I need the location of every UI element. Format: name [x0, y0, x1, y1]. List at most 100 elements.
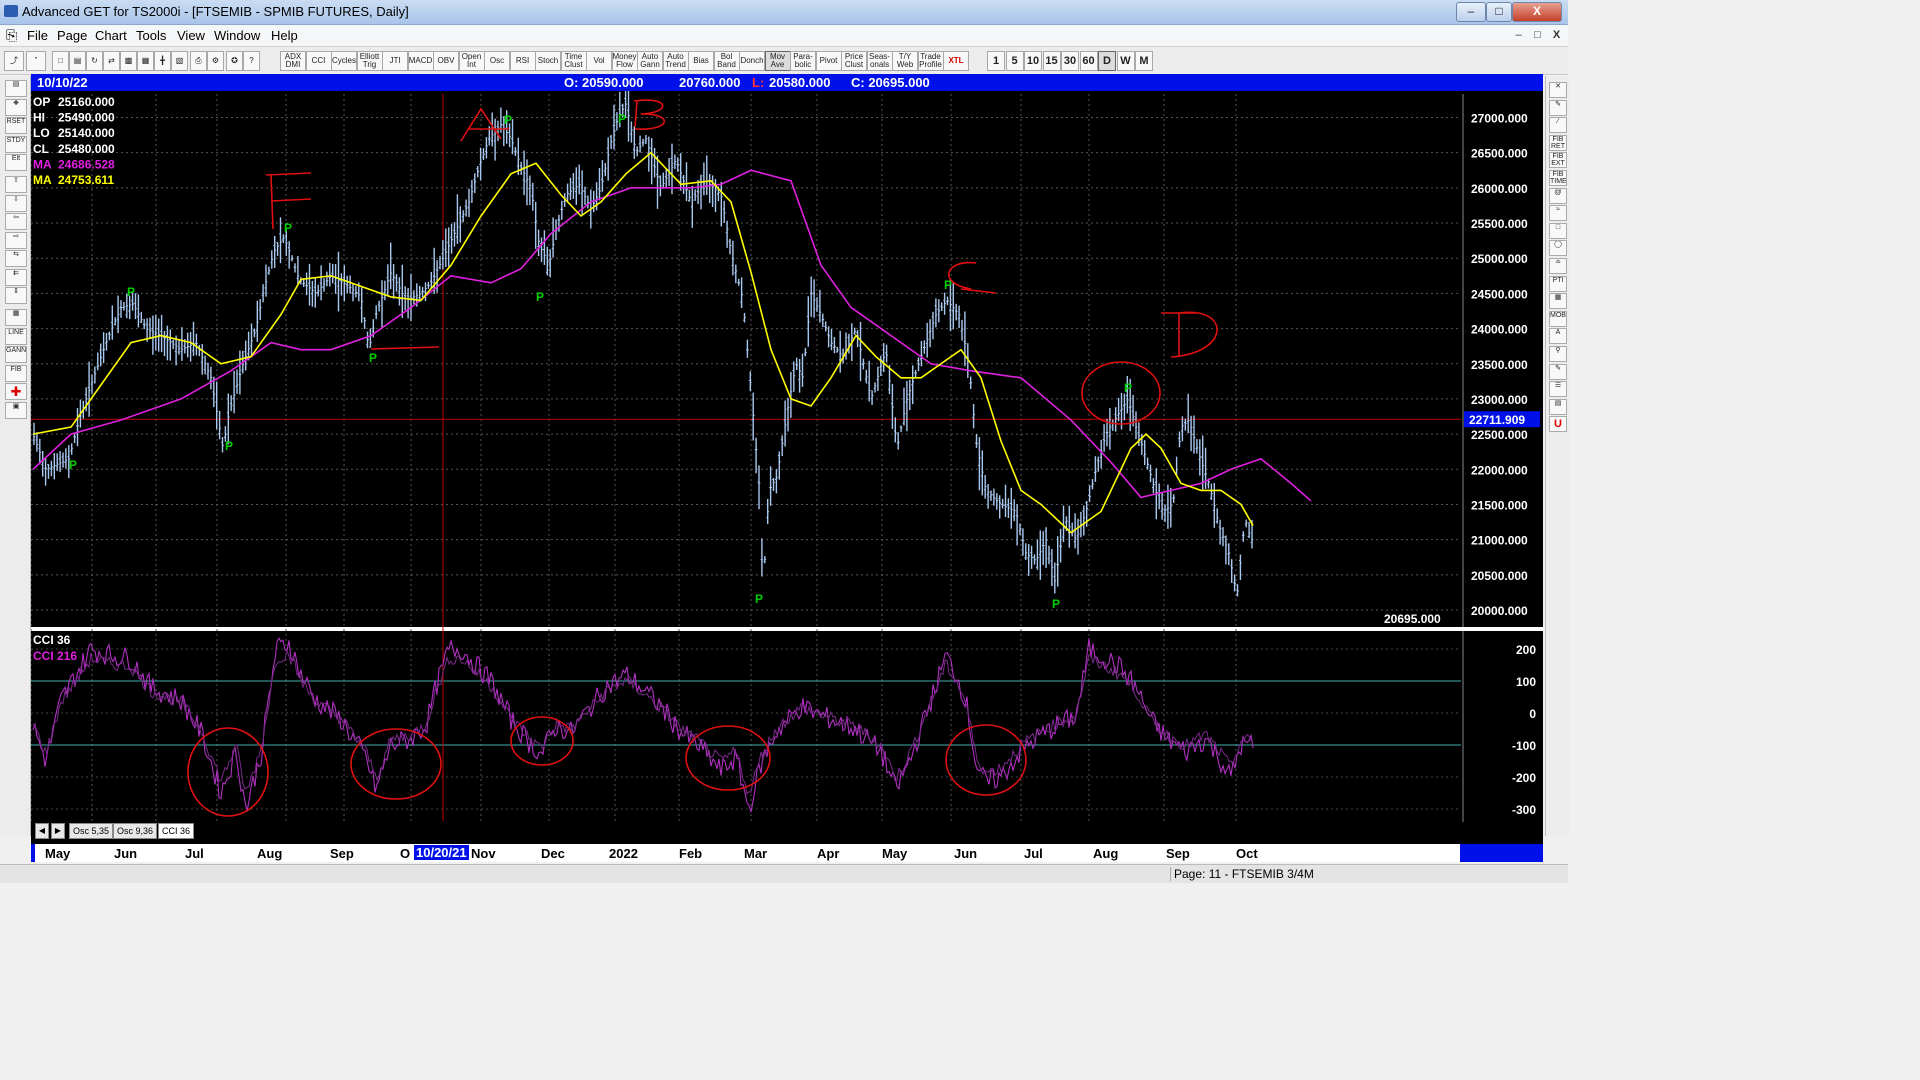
right-tool-fib-ret-icon[interactable]: FIB RET: [1549, 134, 1567, 151]
menu-file[interactable]: File: [27, 28, 48, 43]
left-tool-arrow-down-icon[interactable]: ⇩: [5, 194, 27, 212]
study-button-bias[interactable]: Bias: [688, 51, 714, 71]
right-tool-fan-icon[interactable]: ≈: [1549, 205, 1567, 222]
right-tool-spiral-icon[interactable]: @: [1549, 187, 1567, 204]
right-tool-mob-icon[interactable]: MOB: [1549, 310, 1567, 327]
interval-button-w[interactable]: W: [1116, 51, 1135, 71]
study-button-price-clust[interactable]: Price Clust: [841, 51, 867, 71]
right-tool-close-icon[interactable]: ✕: [1549, 82, 1567, 98]
right-tool-pencil-icon[interactable]: ✎: [1549, 99, 1567, 116]
menu-window[interactable]: Window: [214, 28, 260, 43]
interval-button-10[interactable]: 10: [1024, 51, 1042, 71]
left-tool-reset-icon[interactable]: RSET: [5, 117, 27, 134]
study-button-macd[interactable]: MACD: [407, 51, 434, 71]
study-button-time-clust[interactable]: Time Clust: [560, 51, 587, 71]
study-button-t-y-web[interactable]: T/Y Web: [892, 51, 918, 71]
minimize-button[interactable]: ‒: [1456, 2, 1486, 22]
settings-icon[interactable]: ⚙: [207, 51, 224, 71]
idea-icon[interactable]: ✪: [226, 51, 243, 71]
mdi-restore-button[interactable]: □: [1530, 28, 1545, 42]
menu-page[interactable]: Page: [57, 28, 87, 43]
tab-scroll-left-icon[interactable]: ◀: [35, 823, 49, 839]
study-button-bol-band[interactable]: Bol Band: [713, 51, 740, 71]
tab-osc-5-35[interactable]: Osc 5,35: [69, 823, 114, 839]
left-tool-save-icon[interactable]: ▣: [5, 401, 27, 419]
study-button-donch[interactable]: Donch: [739, 51, 765, 71]
study-button-stoch[interactable]: Stoch: [535, 51, 561, 71]
left-tool-arrow-up-icon[interactable]: ⇧: [5, 176, 27, 193]
interval-button-30[interactable]: 30: [1061, 51, 1079, 71]
study-button-auto-trend[interactable]: Auto Trend: [662, 51, 689, 71]
study-button-pivot[interactable]: Pivot: [815, 51, 842, 71]
study-button-cycles[interactable]: Cycles: [331, 51, 357, 71]
print-icon[interactable]: ⎙: [190, 51, 207, 71]
interval-button-m[interactable]: M: [1135, 51, 1153, 71]
tab-scroll-right-icon[interactable]: ▶: [51, 823, 65, 839]
pointer-tool-icon[interactable]: ⤴: [4, 51, 24, 71]
study-button-rsi[interactable]: RSI: [509, 51, 536, 71]
study-button-para-bolic[interactable]: Para-bolic: [790, 51, 816, 71]
right-tool-fib-ext-icon[interactable]: FIB EXT: [1549, 152, 1567, 169]
interval-button-5[interactable]: 5: [1005, 51, 1024, 71]
link-icon[interactable]: ⇄: [103, 51, 120, 71]
right-tool-list-icon[interactable]: ☰: [1549, 381, 1567, 398]
study-button-trade-profile[interactable]: Trade Profile: [917, 51, 944, 71]
new-page-icon[interactable]: □: [52, 51, 69, 71]
right-tool-grid-icon[interactable]: ▦: [1549, 293, 1567, 310]
right-tool-marker-icon[interactable]: ✎: [1549, 363, 1567, 380]
interval-button-60[interactable]: 60: [1079, 51, 1098, 71]
study-button-seas-onals[interactable]: Seas-onals: [866, 51, 893, 71]
grid-icon[interactable]: ▦: [137, 51, 154, 71]
crosshair-icon[interactable]: ╋: [154, 51, 171, 71]
right-tool-trendline-icon[interactable]: ∕: [1549, 117, 1567, 134]
interval-button-d[interactable]: D: [1098, 51, 1116, 71]
right-tool-zoom-icon[interactable]: ⚲: [1549, 346, 1567, 362]
study-button-cci[interactable]: CCI: [305, 51, 332, 71]
study-button-adx-dmi[interactable]: ADX DMI: [280, 51, 306, 71]
left-tool-arrow-right-icon[interactable]: ⇨: [5, 231, 27, 249]
left-tool-compress-icon[interactable]: ⇇: [5, 268, 27, 286]
left-tool-stretch-icon[interactable]: ⇕: [5, 287, 27, 304]
right-tool-box-icon[interactable]: □: [1549, 222, 1567, 239]
left-tool-arrow-left-icon[interactable]: ⇦: [5, 213, 27, 230]
interval-button-1[interactable]: 1: [987, 51, 1005, 71]
study-button-obv[interactable]: OBV: [433, 51, 459, 71]
mdi-minimize-button[interactable]: ‒: [1511, 28, 1526, 42]
right-tool-note-icon[interactable]: ▤: [1549, 398, 1567, 415]
menu-tools[interactable]: Tools: [136, 28, 166, 43]
study-button-xtl[interactable]: XTL: [943, 51, 969, 71]
close-button[interactable]: X: [1512, 2, 1562, 22]
left-tool-crosshair-icon[interactable]: ✚: [5, 383, 27, 400]
right-tool-undo-icon[interactable]: U: [1549, 416, 1567, 433]
study-button-osc[interactable]: Osc: [484, 51, 510, 71]
left-tool-grid-icon[interactable]: ▦: [5, 309, 27, 326]
study-button-jti[interactable]: JTI: [382, 51, 408, 71]
right-tool-text-icon[interactable]: A: [1549, 328, 1567, 345]
left-tool-lines-icon[interactable]: LINE: [5, 327, 27, 345]
tab-cci-36[interactable]: CCI 36: [158, 823, 195, 839]
study-button-money-flow[interactable]: Money Flow: [611, 51, 638, 71]
study-button-vol[interactable]: Vol: [586, 51, 612, 71]
menu-help[interactable]: Help: [271, 28, 298, 43]
refresh-icon[interactable]: ↻: [86, 51, 103, 71]
left-tool-expand-icon[interactable]: ⇆: [5, 250, 27, 267]
menu-view[interactable]: View: [177, 28, 205, 43]
interval-button-15[interactable]: 15: [1042, 51, 1061, 71]
right-tool-fib-time-icon[interactable]: FIB TIME: [1549, 170, 1567, 186]
left-tool-gann-icon[interactable]: GANN: [5, 346, 27, 363]
tab-osc-9-36[interactable]: Osc 9,36: [113, 823, 158, 839]
open-page-icon[interactable]: ▤: [69, 51, 86, 71]
left-tool-fib-icon[interactable]: FIB: [5, 364, 27, 382]
price-chart[interactable]: P P P P P P P P P P P P 27000.000 26500.000 26000.000…: [31, 91, 1543, 822]
help-icon[interactable]: ?: [243, 51, 260, 71]
right-tool-pti-icon[interactable]: PTI: [1549, 275, 1567, 292]
mdi-close-button[interactable]: X: [1549, 28, 1564, 42]
layout-icon[interactable]: ▧: [171, 51, 188, 71]
study-button-elliott-trig[interactable]: Elliott Trig: [356, 51, 383, 71]
quote-tool-icon[interactable]: ”: [26, 51, 46, 71]
right-tool-ellipse-icon[interactable]: ◯: [1549, 240, 1567, 257]
study-button-mov-ave[interactable]: Mov Ave: [764, 51, 791, 71]
left-tool-zoom-icon[interactable]: ❖: [5, 98, 27, 116]
menu-chart[interactable]: Chart: [95, 28, 127, 43]
study-button-open-int[interactable]: Open Int: [458, 51, 485, 71]
